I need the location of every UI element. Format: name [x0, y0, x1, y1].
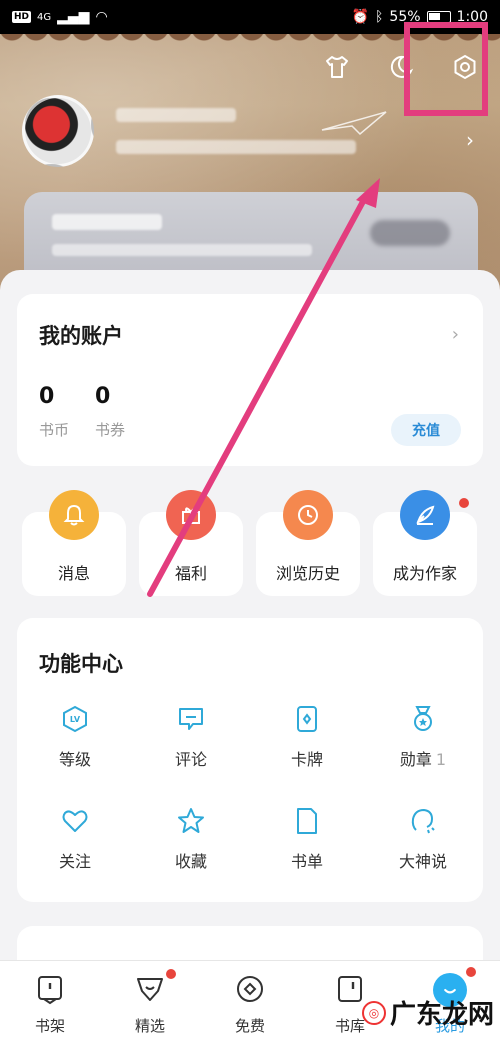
function-item-favorites[interactable]: 收藏 — [133, 806, 249, 872]
speech-icon — [411, 808, 435, 834]
function-label: 评论 — [174, 750, 207, 769]
bluetooth-icon: ᛒ — [375, 9, 384, 25]
quick-action-label: 成为作家 — [392, 564, 457, 583]
notification-dot — [459, 498, 469, 508]
signal-icon: ▂▄▆ — [57, 9, 90, 25]
level-icon: LV — [63, 705, 87, 733]
alarm-icon: ⏰ — [351, 9, 370, 25]
quick-action-label: 福利 — [174, 564, 207, 583]
quick-action-label: 消息 — [57, 564, 90, 583]
watermark-text: 广东龙网 — [389, 1000, 494, 1030]
main-sheet: 我的账户 › 0 书币 0 书券 充值 消息 福利 浏览历史 成为作家 功能中心… — [0, 270, 500, 986]
quick-action-benefits[interactable]: 福利 — [139, 490, 243, 596]
nav-label: 精选 — [134, 1017, 165, 1035]
function-label: 关注 — [58, 852, 91, 871]
avatar[interactable] — [22, 95, 94, 167]
nav-bookshelf[interactable]: 书架 — [10, 973, 90, 1036]
coins-stat[interactable]: 0 书币 — [39, 384, 69, 440]
coupons-stat[interactable]: 0 书券 — [95, 384, 125, 440]
heart-icon — [62, 810, 88, 832]
chevron-right-icon[interactable]: › — [452, 324, 459, 345]
coins-label: 书币 — [39, 421, 70, 439]
function-label: 大神说 — [398, 852, 447, 871]
function-center-title: 功能中心 — [39, 652, 123, 676]
star-icon — [178, 808, 204, 833]
profile-info-blurred — [116, 140, 356, 154]
function-center-card: 功能中心 LV 等级 评论 卡牌 勋章 1 关注 收藏 书单 大神说 — [17, 618, 483, 902]
username-blurred — [116, 108, 236, 122]
function-label: 等级 — [58, 750, 91, 769]
nav-free[interactable]: 免费 — [210, 973, 290, 1036]
function-item-medal[interactable]: 勋章 1 — [365, 704, 481, 770]
function-item-level[interactable]: LV 等级 — [17, 704, 133, 770]
function-label: 卡牌 — [290, 750, 323, 769]
notification-dot — [166, 969, 176, 979]
shirt-icon[interactable] — [320, 50, 354, 84]
paper-plane-icon — [321, 111, 387, 136]
clock-icon — [283, 490, 333, 540]
function-label: 书单 — [290, 852, 323, 871]
network-indicator: 4G — [37, 11, 52, 23]
function-item-experts[interactable]: 大神说 — [365, 806, 481, 872]
medal-icon — [414, 706, 432, 731]
quick-action-label: 浏览历史 — [275, 564, 340, 583]
comment-icon — [179, 708, 203, 730]
coins-value: 0 — [39, 384, 55, 409]
account-card[interactable]: 我的账户 › 0 书币 0 书券 充值 — [17, 294, 483, 466]
card-icon — [297, 706, 317, 732]
nav-featured[interactable]: 精选 — [110, 969, 190, 1036]
wifi-icon: ◠ — [95, 9, 108, 25]
svg-text:LV: LV — [70, 715, 81, 724]
coupons-value: 0 — [95, 384, 111, 409]
bell-icon — [49, 490, 99, 540]
nav-label: 书架 — [34, 1017, 65, 1035]
function-item-card[interactable]: 卡牌 — [249, 704, 365, 770]
profile-summary[interactable] — [22, 95, 356, 167]
quick-action-become-writer[interactable]: 成为作家 — [373, 490, 477, 596]
watermark-logo-icon: ◎ — [361, 1000, 386, 1025]
quick-action-history[interactable]: 浏览历史 — [256, 490, 360, 596]
quick-actions: 消息 福利 浏览历史 成为作家 — [22, 490, 478, 596]
function-label: 勋章 1 — [399, 750, 447, 769]
highlight-box — [404, 22, 488, 116]
notification-dot — [466, 967, 476, 977]
pen-icon — [400, 490, 450, 540]
nav-label: 免费 — [234, 1017, 265, 1035]
medal-count: 1 — [435, 750, 447, 769]
watermark: ◎ 广东龙网 — [361, 994, 494, 1031]
bookshelf-icon — [38, 976, 62, 1005]
function-label: 收藏 — [174, 852, 207, 871]
recharge-button[interactable]: 充值 — [391, 414, 461, 446]
featured-icon — [137, 978, 163, 1001]
function-item-follow[interactable]: 关注 — [17, 806, 133, 872]
booklist-icon — [297, 808, 317, 834]
gift-icon — [166, 490, 216, 540]
hd-indicator: HD — [12, 11, 32, 23]
free-icon — [237, 976, 263, 1002]
function-item-comment[interactable]: 评论 — [133, 704, 249, 770]
coupons-label: 书券 — [95, 421, 126, 439]
account-title: 我的账户 — [39, 324, 123, 348]
profile-chevron-icon[interactable]: › — [466, 128, 474, 152]
quick-action-messages[interactable]: 消息 — [22, 490, 126, 596]
function-item-booklist[interactable]: 书单 — [249, 806, 365, 872]
